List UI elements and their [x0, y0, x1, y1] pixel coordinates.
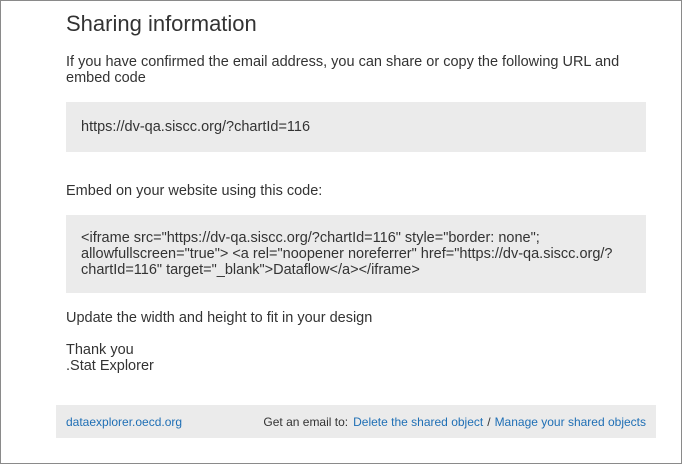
signature-text: .Stat Explorer	[66, 358, 154, 374]
sharing-dialog: Sharing information If you have confirme…	[0, 0, 682, 464]
manage-shared-objects-link[interactable]: Manage your shared objects	[495, 415, 646, 429]
embed-code[interactable]: <iframe src="https://dv-qa.siscc.org/?ch…	[81, 230, 631, 278]
thanks-text: Thank you	[66, 342, 134, 358]
intro-text: If you have confirmed the email address,…	[66, 54, 620, 86]
page-title: Sharing information	[66, 11, 257, 36]
footer-separator: /	[487, 414, 491, 429]
footer-bar: dataexplorer.oecd.org Get an email to: D…	[56, 405, 656, 438]
email-prefix: Get an email to:	[263, 414, 349, 429]
share-url-box[interactable]: https://dv-qa.siscc.org/?chartId=116	[66, 102, 646, 152]
footer-actions: Get an email to: Delete the shared objec…	[263, 415, 646, 429]
update-instruction: Update the width and height to fit in yo…	[66, 310, 373, 326]
share-url[interactable]: https://dv-qa.siscc.org/?chartId=116	[81, 119, 310, 135]
delete-shared-object-link[interactable]: Delete the shared object	[353, 415, 483, 429]
site-link[interactable]: dataexplorer.oecd.org	[66, 415, 182, 429]
embed-code-box[interactable]: <iframe src="https://dv-qa.siscc.org/?ch…	[66, 215, 646, 293]
embed-label: Embed on your website using this code:	[66, 183, 323, 199]
